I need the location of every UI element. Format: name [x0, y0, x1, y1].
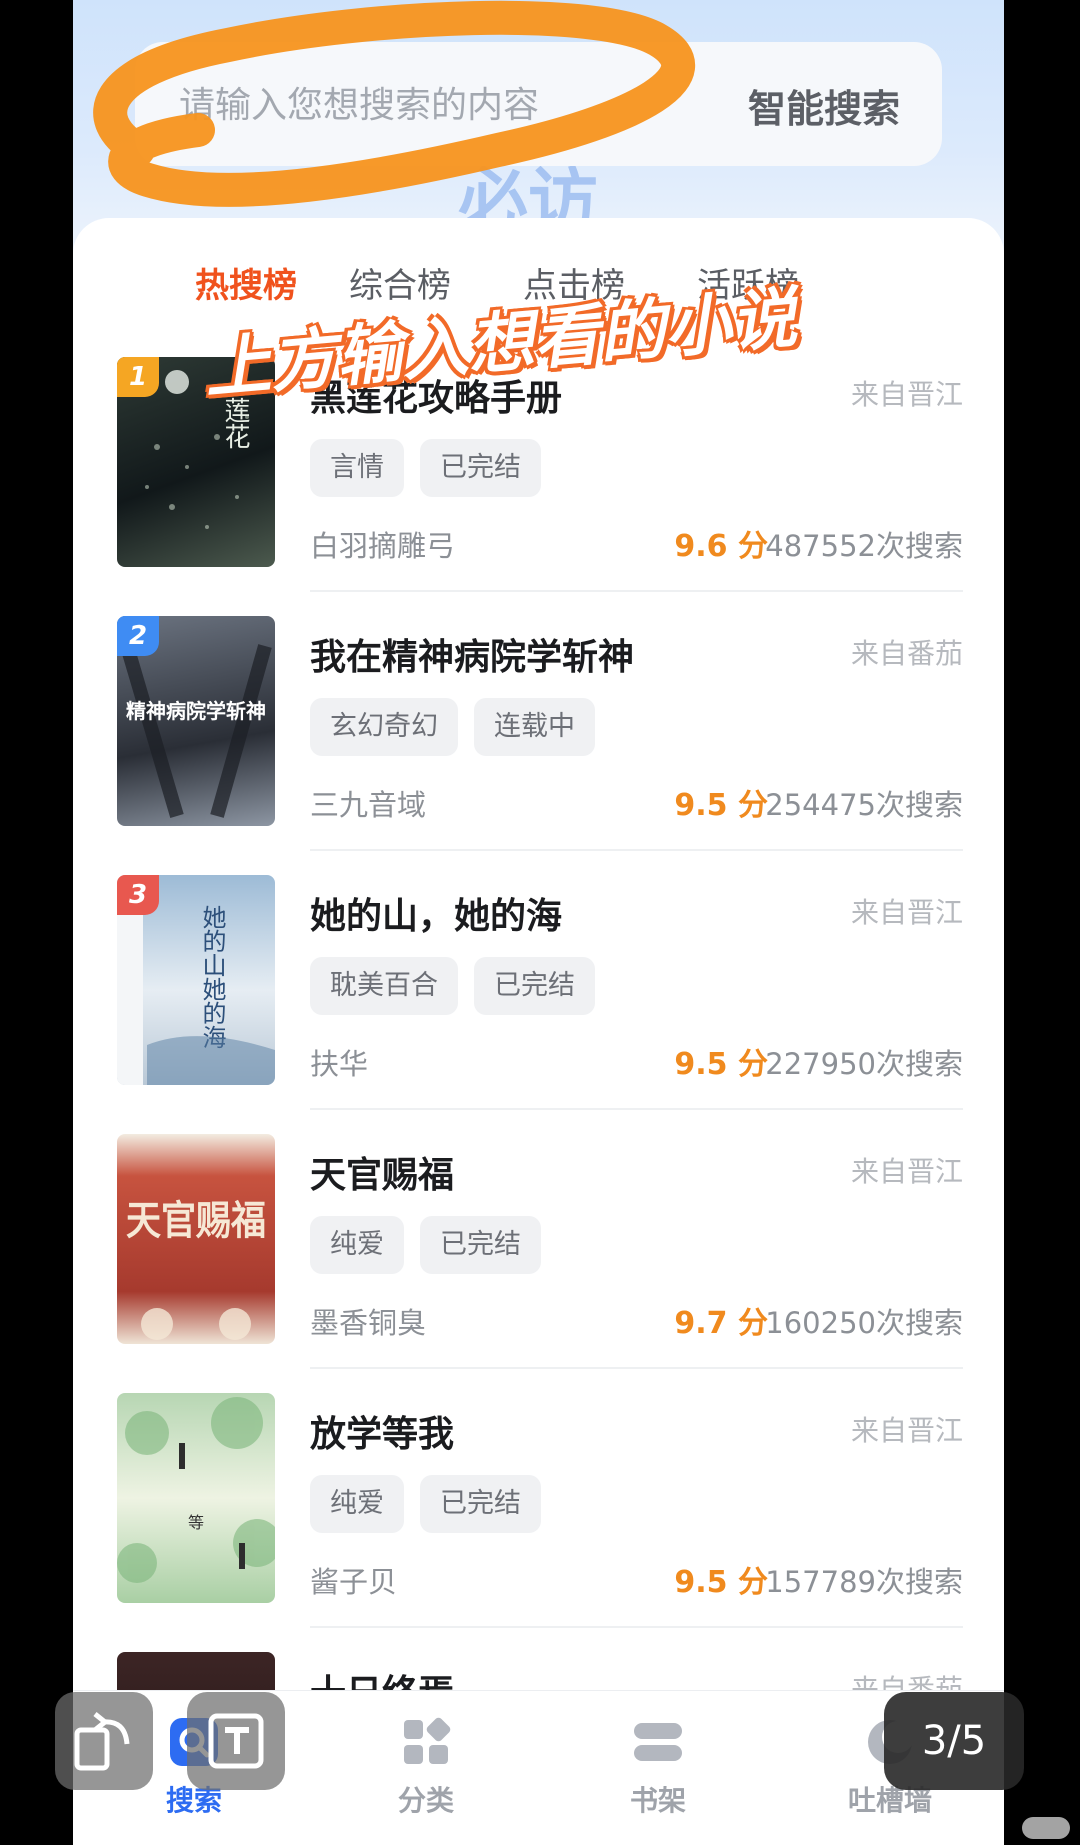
book-author: 墨香铜臭	[310, 1306, 427, 1340]
nav-label: 分类	[397, 1784, 454, 1817]
tab-hot-search[interactable]: 热搜榜	[195, 258, 297, 307]
search-count: 227950次搜索	[765, 1047, 963, 1081]
book-source: 来自番茄	[850, 637, 963, 670]
page-indicator: 3/5	[884, 1692, 1024, 1790]
book-author: 三九音域	[310, 788, 427, 822]
cover-art: 等	[117, 1397, 275, 1583]
book-tags: 耽美百合 已完结	[310, 957, 611, 1015]
search-count: 160250次搜索	[765, 1306, 963, 1340]
book-cover[interactable]: 等	[117, 1393, 275, 1603]
book-tags: 纯爱 已完结	[310, 1475, 557, 1533]
tag-genre: 言情	[310, 439, 404, 497]
rank-badge: 3	[117, 875, 159, 915]
tag-genre: 玄幻奇幻	[310, 698, 458, 756]
tag-genre: 纯爱	[310, 1475, 404, 1533]
book-source: 来自晋江	[850, 1155, 963, 1188]
book-score: 9.5 分	[674, 788, 768, 823]
book-source: 来自晋江	[850, 1414, 963, 1447]
text-extract-icon	[208, 1713, 264, 1769]
tag-genre: 纯爱	[310, 1216, 404, 1274]
book-title[interactable]: 我在精神病院学斩神	[310, 628, 634, 680]
tag-status: 已完结	[420, 1475, 541, 1533]
search-count: 157789次搜索	[765, 1565, 963, 1599]
book-tags: 玄幻奇幻 连载中	[310, 698, 611, 756]
book-row[interactable]: 等 放学等我 来自晋江 纯爱 已完结 酱子贝 9.5 分 157789次搜索	[117, 1393, 963, 1651]
app-screen: 必访 智能搜索 热搜榜 综合榜 点击榜 活跃榜 上方输入想看的小说 莲花	[73, 0, 1004, 1845]
row-divider	[310, 1367, 963, 1369]
search-input[interactable]	[177, 76, 681, 134]
cover-title: 她的山她的海	[198, 905, 226, 1049]
nav-category[interactable]: 分类	[361, 1691, 491, 1819]
book-score: 9.7 分	[674, 1306, 768, 1341]
cover-art: 天官赐福	[126, 1197, 266, 1340]
tag-status: 已完结	[474, 957, 595, 1015]
book-row[interactable]: 精神病院学斩神 2 我在精神病院学斩神 来自番茄 玄幻奇幻 连载中 三九音域 9.…	[117, 616, 963, 874]
tag-status: 连载中	[474, 698, 595, 756]
cover-title: 等	[188, 1513, 204, 1532]
tag-status: 已完结	[420, 1216, 541, 1274]
book-source: 来自晋江	[850, 378, 963, 411]
cover-title: 精神病院学斩神	[126, 699, 266, 723]
book-author: 白羽摘雕弓	[310, 529, 456, 563]
rank-badge: 1	[117, 357, 159, 397]
row-divider	[310, 1626, 963, 1628]
book-title[interactable]: 放学等我	[310, 1405, 454, 1457]
book-row[interactable]: 她的山她的海 3 她的山，她的海 来自晋江 耽美百合 已完结 扶华 9.5 分 2…	[117, 875, 963, 1133]
nav-bookshelf[interactable]: 书架	[593, 1691, 723, 1819]
tag-genre: 耽美百合	[310, 957, 458, 1015]
book-tags: 言情 已完结	[310, 439, 557, 497]
book-author: 扶华	[310, 1047, 369, 1081]
book-title[interactable]: 天官赐福	[310, 1146, 454, 1198]
row-divider	[310, 1108, 963, 1110]
nav-label: 书架	[629, 1784, 686, 1817]
text-extract-button[interactable]	[187, 1692, 285, 1790]
smart-search-button[interactable]: 智能搜索	[748, 78, 900, 133]
book-score: 9.6 分	[674, 529, 768, 564]
book-source: 来自晋江	[850, 896, 963, 929]
tag-status: 已完结	[420, 439, 541, 497]
row-divider	[310, 590, 963, 592]
rotate-icon	[74, 1712, 130, 1771]
rank-badge: 2	[117, 616, 159, 656]
book-score: 9.5 分	[674, 1047, 768, 1082]
search-count: 487552次搜索	[765, 529, 963, 563]
bookshelf-icon	[634, 1723, 682, 1761]
rotate-button[interactable]	[55, 1692, 153, 1790]
row-divider	[310, 849, 963, 851]
watermark-logo	[1022, 1817, 1070, 1839]
book-row[interactable]: 天官赐福 天官赐福 来自晋江 纯爱 已完结 墨香铜臭 9.7 分 160250次搜…	[117, 1134, 963, 1392]
book-cover[interactable]: 天官赐福	[117, 1134, 275, 1344]
cover-title: 天官赐福	[126, 1197, 266, 1244]
book-title[interactable]: 她的山，她的海	[310, 887, 562, 939]
book-score: 9.5 分	[674, 1565, 768, 1600]
book-author: 酱子贝	[310, 1565, 398, 1599]
book-tags: 纯爱 已完结	[310, 1216, 557, 1274]
category-icon	[404, 1717, 451, 1764]
search-bar: 智能搜索	[135, 42, 942, 166]
search-count: 254475次搜索	[765, 788, 963, 822]
